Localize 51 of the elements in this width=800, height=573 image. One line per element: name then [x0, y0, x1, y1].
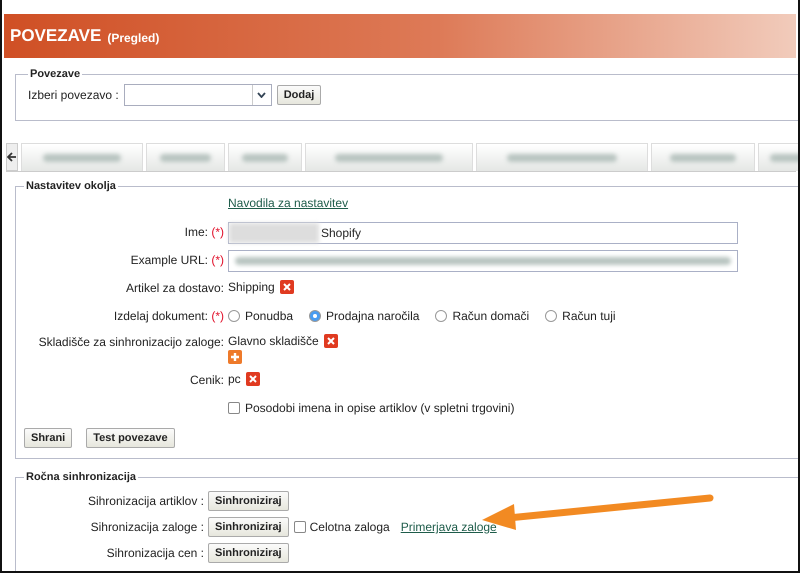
section-legend: Povezave — [28, 68, 82, 80]
tab[interactable] — [305, 143, 473, 171]
section-legend: Ročna sinhronizacija — [24, 471, 138, 483]
name-field[interactable]: Shopify — [228, 222, 738, 244]
checkbox-label: Posodobi imena in opise artiklov (v spletni trgovini) — [245, 401, 514, 415]
radio-button[interactable] — [228, 310, 240, 322]
checkbox[interactable] — [228, 402, 240, 414]
tab[interactable] — [476, 143, 648, 171]
checkbox-label: Celotna zaloga — [310, 520, 390, 534]
field-label: Skladišče za sinhronizacijo zaloge: — [38, 334, 224, 351]
field-label: Izdelaj dokument: (*) — [112, 308, 224, 325]
add-icon[interactable] — [228, 350, 242, 364]
radio-button[interactable] — [435, 310, 448, 322]
field-value: pc — [228, 372, 241, 386]
tab[interactable] — [651, 143, 755, 171]
stock-comparison-link[interactable]: Primerjava zaloge — [400, 520, 497, 534]
section-legend: Nastavitev okolja — [24, 180, 118, 192]
field-value: Shipping — [228, 280, 275, 294]
delete-icon[interactable] — [280, 280, 294, 294]
field-label: Cenik: — [188, 372, 224, 389]
sync-label: Sihronizacija zaloge : — [90, 519, 204, 536]
add-button[interactable]: Dodaj — [276, 85, 322, 105]
sync-button[interactable]: Sinhroniziraj — [208, 517, 289, 537]
sync-button[interactable]: Sinhroniziraj — [208, 543, 289, 563]
delete-icon[interactable] — [246, 372, 260, 386]
field-value: Glavno skladišče — [228, 334, 319, 348]
url-field[interactable] — [228, 250, 738, 272]
connection-select[interactable] — [124, 84, 272, 106]
field-label: Example URL: (*) — [130, 252, 224, 269]
tab[interactable] — [228, 143, 302, 171]
sync-label: Sihronizacija artiklov : — [86, 493, 204, 510]
radio-button[interactable] — [545, 310, 558, 322]
radio-label: Račun tuji — [562, 309, 616, 323]
radio-label: Račun domači — [452, 309, 530, 323]
form-button[interactable]: Shrani — [24, 428, 72, 448]
checkbox[interactable] — [294, 521, 306, 533]
page-title: POVEZAVE — [10, 26, 102, 46]
sync-button[interactable]: Sinhroniziraj — [208, 491, 289, 511]
field-label: Artikel za dostavo: — [124, 280, 224, 297]
page-subtitle: (Pregled) — [107, 30, 160, 44]
delete-icon[interactable] — [324, 334, 338, 348]
select-label: Izberi povezavo : — [28, 88, 119, 102]
field-label: Ime: (*) — [184, 224, 224, 241]
radio-label: Prodajna naročila — [326, 309, 420, 323]
form-button[interactable]: Test povezave — [86, 428, 175, 448]
guide-link[interactable]: Navodila za nastavitev — [228, 196, 792, 216]
caret-icon — [257, 92, 266, 98]
radio-button[interactable] — [309, 310, 322, 322]
sync-label: Sihronizacija cen : — [106, 545, 204, 562]
tab[interactable] — [146, 143, 225, 171]
radio-label: Ponudba — [245, 309, 294, 323]
